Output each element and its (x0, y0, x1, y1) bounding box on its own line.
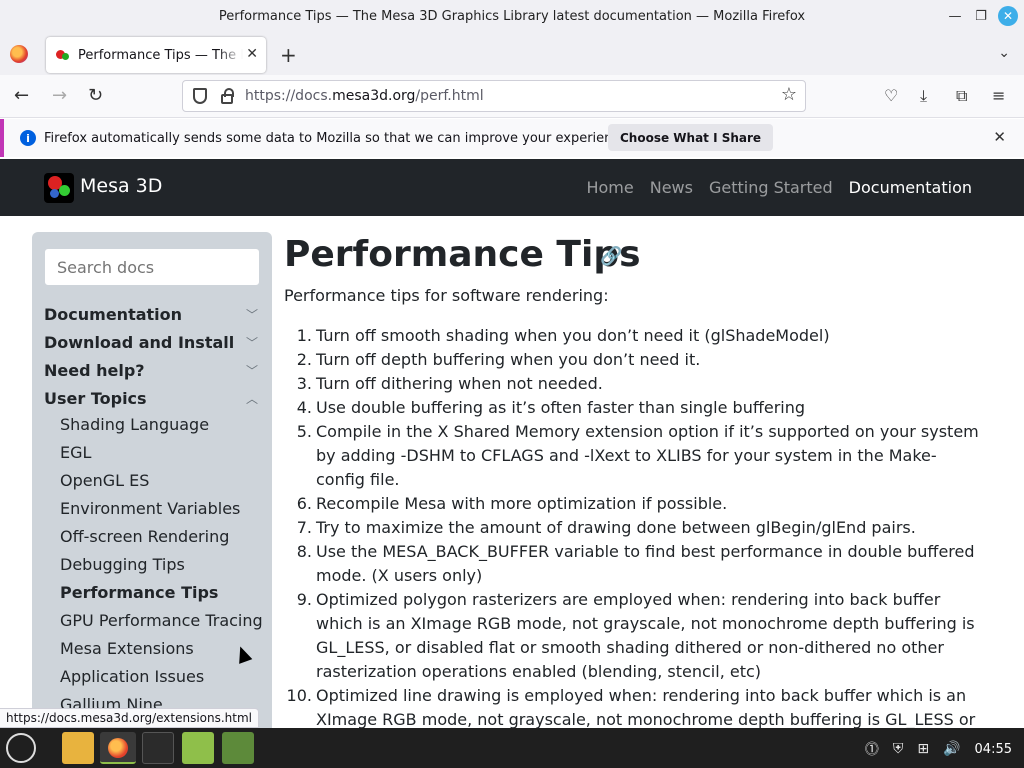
site-name[interactable]: Mesa 3D (80, 175, 162, 197)
tips-list: 1. Turn off smooth shading when you don’t… (284, 324, 980, 768)
sidebar-item-debugging-tips[interactable]: Debugging Tips (60, 555, 185, 579)
permalink-icon[interactable]: 🔗 (600, 246, 622, 267)
minecraft-icon[interactable] (222, 732, 254, 764)
window-controls: — ❐ ✕ (942, 5, 1018, 27)
close-icon[interactable]: ✕ (998, 6, 1018, 26)
list-item: 4. Use double buffering as it’s often fas… (296, 398, 806, 417)
list-item: 1. Turn off smooth shading when you don’t… (296, 326, 830, 345)
list-item: 6. Recompile Mesa with more optimization … (296, 494, 728, 513)
menu-icon[interactable]: ≡ (992, 86, 1005, 105)
list-item: 7. Try to maximize the amount of drawing … (296, 518, 916, 537)
system-tray: ⓵ ⛨ ⊞ 🔊 04:55 (865, 739, 1012, 759)
update-manager-icon[interactable]: ⓵ (865, 739, 879, 759)
list-item: 3. Turn off dithering when not needed. (296, 374, 603, 393)
notification-message: Firefox automatically sends some data to… (44, 130, 632, 146)
nav-getting-started[interactable]: Getting Started (709, 178, 833, 197)
firefox-view-icon[interactable] (10, 45, 28, 63)
tracking-shield-icon[interactable] (193, 88, 207, 104)
chevron-down-icon: ﹀ (245, 363, 258, 378)
lock-icon[interactable] (221, 87, 234, 104)
sidebar-item-environment-variables[interactable]: Environment Variables (60, 499, 240, 523)
forward-icon[interactable]: → (52, 85, 67, 106)
network-icon[interactable]: ⊞ (917, 741, 929, 757)
sidebar-item-shading-language[interactable]: Shading Language (60, 415, 209, 439)
url-bar[interactable]: https://docs.mesa3d.org/perf.html ☆ (182, 80, 806, 112)
downloads-icon[interactable]: ⤓ (920, 86, 927, 106)
sidebar-section-download[interactable]: Download and Install ﹀ (44, 329, 258, 355)
mintinstall-icon[interactable] (182, 732, 214, 764)
chevron-down-icon[interactable]: ⌄ (998, 45, 1010, 61)
nav-documentation[interactable]: Documentation (849, 178, 972, 197)
sidebar-item-egl[interactable]: EGL (60, 443, 91, 467)
chevron-down-icon: ﹀ (245, 307, 258, 322)
intro-text: Performance tips for software rendering: (284, 286, 609, 305)
nav-home[interactable]: Home (586, 178, 633, 197)
taskbar: ⓵ ⛨ ⊞ 🔊 04:55 (0, 728, 1024, 768)
minimize-icon[interactable]: — (942, 5, 968, 27)
search-input[interactable] (44, 248, 260, 286)
list-item: 5. Compile in the X Shared Memory extensi… (296, 422, 979, 489)
tab-close-icon[interactable]: ✕ (246, 46, 258, 62)
sidebar-section-documentation[interactable]: Documentation ﹀ (44, 301, 258, 327)
navigation-toolbar: ← → ↻ https://docs.mesa3d.org/perf.html … (0, 75, 1024, 118)
terminal-icon[interactable] (142, 732, 174, 764)
sidebar-section-user-topics[interactable]: User Topics ︿ (44, 385, 258, 411)
bookmark-star-icon[interactable]: ☆ (781, 84, 797, 105)
tab-bar: Performance Tips — The Mesa 3D Graphics … (0, 33, 1024, 75)
shield-icon[interactable]: ⛨ (893, 741, 904, 757)
link-status-tooltip: https://docs.mesa3d.org/extensions.html (0, 708, 260, 728)
firefox-icon[interactable] (100, 732, 136, 764)
mesa-logo-icon[interactable] (44, 173, 74, 203)
files-icon[interactable] (62, 732, 94, 764)
list-item: 8. Use the MESA_BACK_BUFFER variable to f… (296, 542, 975, 585)
new-tab-icon[interactable]: + (280, 43, 297, 67)
window-titlebar: Performance Tips — The Mesa 3D Graphics … (0, 0, 1024, 33)
tab-performance-tips[interactable]: Performance Tips — The Mesa 3D Graphics … (46, 37, 266, 73)
site-nav: Home News Getting Started Documentation (586, 178, 972, 197)
window-title: Performance Tips — The Mesa 3D Graphics … (218, 9, 806, 24)
sidebar-item-gpu-performance-tracing[interactable]: GPU Performance Tracing (60, 611, 263, 635)
notification-close-icon[interactable]: ✕ (993, 128, 1006, 146)
page-title: Performance Tips (284, 234, 641, 275)
nav-news[interactable]: News (650, 178, 693, 197)
mesa-favicon-icon (56, 48, 70, 62)
site-header: Mesa 3D Home News Getting Started Docume… (0, 159, 1024, 216)
sidebar-item-mesa-extensions[interactable]: Mesa Extensions (60, 639, 194, 663)
maximize-icon[interactable]: ❐ (968, 5, 994, 27)
sidebar-section-help[interactable]: Need help? ﹀ (44, 357, 258, 383)
sidebar-item-opengl-es[interactable]: OpenGL ES (60, 471, 149, 495)
sidebar-item-application-issues[interactable]: Application Issues (60, 667, 204, 691)
extensions-icon[interactable]: ⧉ (956, 86, 967, 106)
reload-icon[interactable]: ↻ (88, 85, 103, 106)
sidebar-item-performance-tips[interactable]: Performance Tips (60, 583, 218, 607)
data-notification-bar: i Firefox automatically sends some data … (0, 119, 1024, 157)
url-text[interactable]: https://docs.mesa3d.org/perf.html (245, 88, 484, 104)
mint-menu-icon[interactable] (6, 733, 36, 763)
choose-what-i-share-button[interactable]: Choose What I Share (608, 124, 774, 151)
pocket-icon[interactable]: ♡ (884, 86, 898, 105)
volume-icon[interactable]: 🔊 (943, 741, 960, 757)
list-item: 9. Optimized polygon rasterizers are empl… (296, 590, 975, 681)
chevron-up-icon: ︿ (245, 391, 258, 406)
tab-label: Performance Tips — The Mesa 3D Graphics … (78, 47, 243, 63)
back-icon[interactable]: ← (14, 85, 29, 106)
list-item: 2. Turn off depth buffering when you don’… (296, 350, 701, 369)
clock[interactable]: 04:55 (975, 742, 1012, 757)
chevron-down-icon: ﹀ (245, 335, 258, 350)
sidebar-item-offscreen-rendering[interactable]: Off-screen Rendering (60, 527, 229, 551)
info-icon: i (20, 130, 36, 146)
